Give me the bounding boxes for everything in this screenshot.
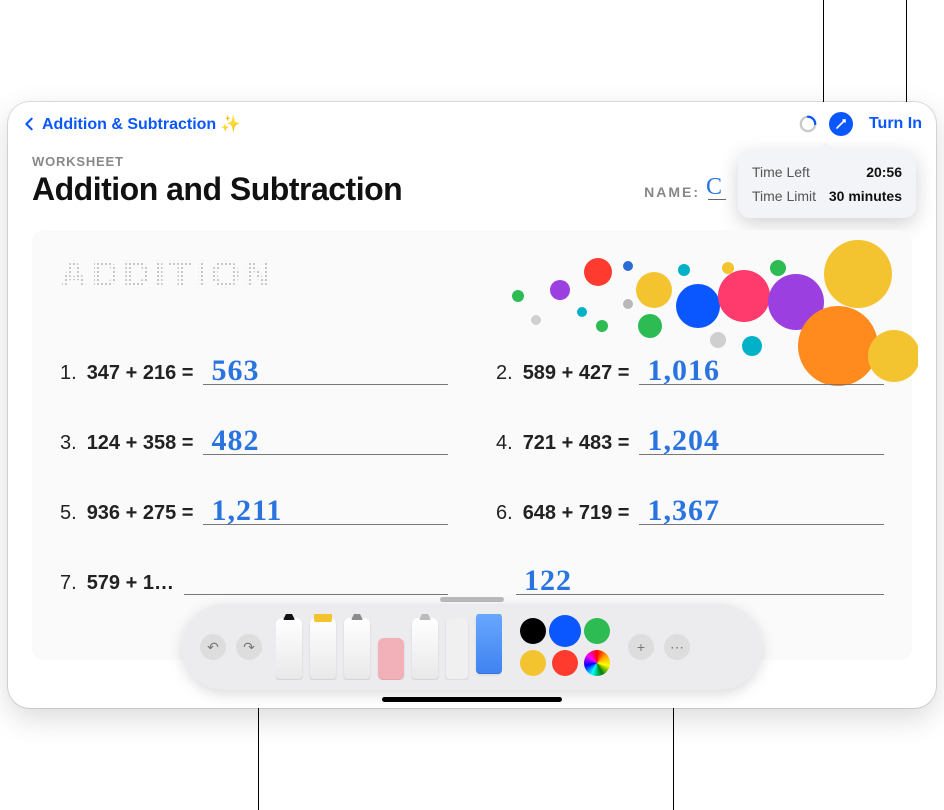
problem-expression: 721 + 483 = bbox=[523, 432, 630, 455]
redo-button[interactable]: ↷ bbox=[236, 634, 262, 660]
answer-handwriting: 482 bbox=[211, 424, 259, 458]
answer-blank[interactable] bbox=[184, 561, 448, 595]
tool-crayon[interactable] bbox=[412, 618, 438, 680]
tool-marker[interactable] bbox=[310, 618, 336, 680]
problem-row: 4. 721 + 483 = 1,204 bbox=[496, 421, 884, 455]
section-heading: ADDITION bbox=[60, 254, 276, 297]
problem-row: 3. 124 + 358 = 482 bbox=[60, 421, 448, 455]
answer-blank[interactable]: 563 bbox=[203, 351, 448, 385]
markup-button[interactable] bbox=[829, 112, 853, 136]
tool-ruler[interactable] bbox=[446, 618, 468, 680]
name-handwriting: C bbox=[706, 174, 722, 201]
answer-handwriting: 122 bbox=[524, 564, 572, 598]
tool-pen-blue[interactable] bbox=[476, 614, 502, 674]
swatch-yellow[interactable] bbox=[520, 650, 546, 676]
answer-handwriting: 1,211 bbox=[211, 494, 282, 528]
problem-number: 5. bbox=[60, 502, 77, 525]
swatch-red[interactable] bbox=[552, 650, 578, 676]
problem-number: 7. bbox=[60, 572, 77, 595]
problem-row: 1. 347 + 216 = 563 bbox=[60, 351, 448, 385]
time-left-value: 20:56 bbox=[866, 164, 902, 180]
color-swatches bbox=[520, 618, 610, 676]
time-limit-value: 30 minutes bbox=[829, 188, 902, 204]
problem-expression: 347 + 216 = bbox=[87, 362, 194, 385]
answer-handwriting: 563 bbox=[211, 354, 259, 388]
callout-line bbox=[906, 0, 907, 106]
name-label: NAME: bbox=[644, 184, 700, 200]
swatch-black[interactable] bbox=[520, 618, 546, 644]
timer-icon[interactable] bbox=[799, 115, 817, 133]
add-button[interactable]: + bbox=[628, 634, 654, 660]
back-icon[interactable] bbox=[22, 117, 36, 131]
time-limit-label: Time Limit bbox=[752, 188, 816, 204]
answer-handwriting: 1,367 bbox=[647, 494, 720, 528]
problem-number: 4. bbox=[496, 432, 513, 455]
problem-number: 1. bbox=[60, 362, 77, 385]
worksheet-page: WORKSHEET Addition and Subtraction NAME:… bbox=[8, 146, 936, 660]
answer-blank[interactable]: 482 bbox=[203, 421, 448, 455]
time-left-label: Time Left bbox=[752, 164, 810, 180]
tool-eraser[interactable] bbox=[378, 638, 404, 680]
answer-blank[interactable]: 1,204 bbox=[639, 421, 884, 455]
turn-in-button[interactable]: Turn In bbox=[869, 115, 922, 133]
nav-title[interactable]: Addition & Subtraction ✨ bbox=[42, 114, 241, 134]
swatch-color-picker[interactable] bbox=[584, 650, 610, 676]
answer-handwriting: 1,204 bbox=[647, 424, 720, 458]
problem-expression: 579 + 1… bbox=[87, 572, 174, 595]
answer-blank[interactable]: 122 bbox=[516, 561, 884, 595]
problem-row: 6. 648 + 719 = 1,367 bbox=[496, 491, 884, 525]
home-indicator[interactable] bbox=[382, 697, 562, 702]
problem-expression: 936 + 275 = bbox=[87, 502, 194, 525]
answer-blank[interactable]: 1,016 bbox=[639, 351, 884, 385]
more-button[interactable]: ⋯ bbox=[664, 634, 690, 660]
time-popover: Time Left 20:56 Time Limit 30 minutes bbox=[738, 150, 916, 218]
problem-expression: 124 + 358 = bbox=[87, 432, 194, 455]
ipad-screen: Addition & Subtraction ✨ Turn In Time Le… bbox=[8, 102, 936, 708]
tool-pen[interactable] bbox=[276, 618, 302, 680]
problem-row: 122 bbox=[496, 561, 884, 595]
problem-expression: 648 + 719 = bbox=[523, 502, 630, 525]
tool-tray bbox=[276, 614, 502, 680]
answer-blank[interactable]: 1,367 bbox=[639, 491, 884, 525]
answer-blank[interactable]: 1,211 bbox=[203, 491, 448, 525]
worksheet-card: ADDITION bbox=[32, 230, 912, 660]
tool-pencil[interactable] bbox=[344, 618, 370, 680]
problem-row: 7. 579 + 1… bbox=[60, 561, 448, 595]
callout-line bbox=[823, 0, 824, 115]
problem-number: 3. bbox=[60, 432, 77, 455]
swatch-blue[interactable] bbox=[552, 618, 578, 644]
problem-number: 6. bbox=[496, 502, 513, 525]
name-field: NAME: C bbox=[644, 178, 726, 200]
swatch-green[interactable] bbox=[584, 618, 610, 644]
undo-button[interactable]: ↶ bbox=[200, 634, 226, 660]
problem-row: 5. 936 + 275 = 1,211 bbox=[60, 491, 448, 525]
answer-handwriting: 1,016 bbox=[647, 354, 720, 388]
toolbar-grabber[interactable] bbox=[440, 597, 504, 602]
markup-toolbar: ↶ ↷ + ⋯ bbox=[182, 604, 762, 690]
nav-bar: Addition & Subtraction ✨ Turn In bbox=[8, 102, 936, 146]
